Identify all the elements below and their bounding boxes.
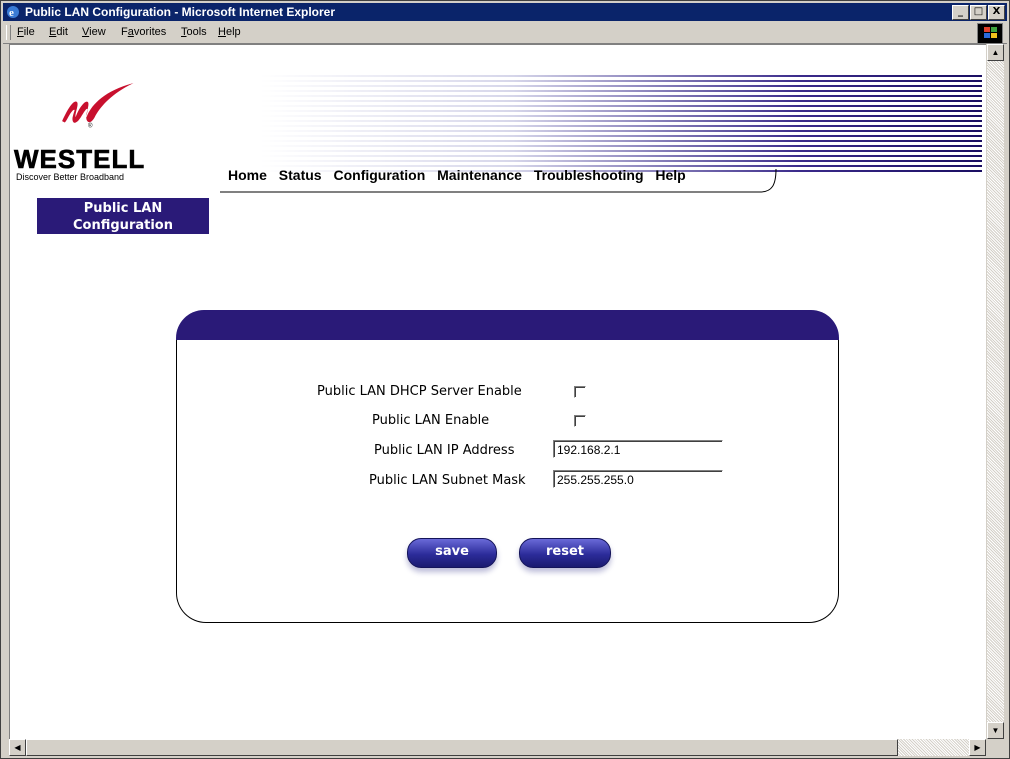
windows-logo-icon	[977, 23, 1003, 44]
westell-logo-icon: ®	[62, 83, 134, 129]
banner-stripes	[260, 75, 982, 172]
main-nav: Home Status Configuration Maintenance Tr…	[228, 167, 694, 191]
scroll-down-arrow-icon[interactable]: ▼	[987, 722, 1004, 739]
ip-address-label: Public LAN IP Address	[374, 443, 515, 458]
menu-favorites[interactable]: Favorites	[121, 26, 166, 38]
public-lan-enable-checkbox[interactable]	[574, 415, 586, 427]
nav-help[interactable]: Help	[655, 167, 685, 183]
menu-help[interactable]: Help	[218, 26, 241, 38]
browser-window: e Public LAN Configuration - Microsoft I…	[0, 0, 1010, 759]
nav-status[interactable]: Status	[279, 167, 322, 183]
title-bar: e Public LAN Configuration - Microsoft I…	[3, 3, 1007, 21]
brand-tagline: Discover Better Broadband	[16, 172, 125, 182]
resize-grip[interactable]	[986, 739, 1003, 756]
subnet-mask-input[interactable]: 255.255.255.0	[553, 470, 723, 488]
nav-troubleshooting[interactable]: Troubleshooting	[534, 167, 644, 183]
scroll-right-arrow-icon[interactable]: ▶	[969, 739, 986, 756]
ip-address-input[interactable]: 192.168.2.1	[553, 440, 723, 458]
menu-view[interactable]: View	[82, 26, 106, 38]
dhcp-enable-label: Public LAN DHCP Server Enable	[317, 384, 522, 399]
menu-file[interactable]: File	[17, 26, 35, 38]
menu-bar: File Edit View Favorites Tools Help	[3, 22, 1007, 44]
window-title: Public LAN Configuration - Microsoft Int…	[25, 5, 336, 19]
panel-body: Public LAN DHCP Server Enable Public LAN…	[176, 340, 839, 623]
vertical-scrollbar[interactable]: ▲ ▼	[986, 44, 1004, 739]
menu-edit[interactable]: Edit	[49, 26, 68, 38]
minimize-button[interactable]: _	[952, 5, 969, 20]
nav-home[interactable]: Home	[228, 167, 267, 183]
horizontal-scrollbar[interactable]: ◀ ▶	[9, 739, 986, 756]
menu-tools[interactable]: Tools	[181, 26, 207, 38]
public-lan-enable-label: Public LAN Enable	[372, 413, 490, 428]
maximize-button[interactable]: □	[970, 5, 987, 20]
nav-configuration[interactable]: Configuration	[333, 167, 425, 183]
scroll-left-arrow-icon[interactable]: ◀	[9, 739, 26, 756]
close-button[interactable]: X	[988, 5, 1005, 20]
config-panel: Public LAN DHCP Server Enable Public LAN…	[176, 310, 839, 623]
horizontal-scroll-thumb[interactable]	[26, 739, 898, 756]
scroll-up-arrow-icon[interactable]: ▲	[987, 44, 1004, 61]
subnet-mask-label: Public LAN Subnet Mask	[369, 473, 526, 488]
toolbar-grip[interactable]	[6, 25, 11, 40]
save-button[interactable]: save	[407, 538, 497, 568]
internet-explorer-icon: e	[7, 6, 19, 19]
nav-maintenance[interactable]: Maintenance	[437, 167, 522, 183]
svg-text:®: ®	[88, 122, 93, 129]
brand-name: WESTELL	[14, 144, 146, 175]
svg-text:e: e	[9, 7, 14, 19]
dhcp-enable-checkbox[interactable]	[574, 386, 586, 398]
page-viewport: ® WESTELL Discover Better Broadband Home…	[9, 44, 988, 741]
reset-button[interactable]: reset	[519, 538, 611, 568]
page-title: Public LAN Configuration	[37, 198, 209, 234]
